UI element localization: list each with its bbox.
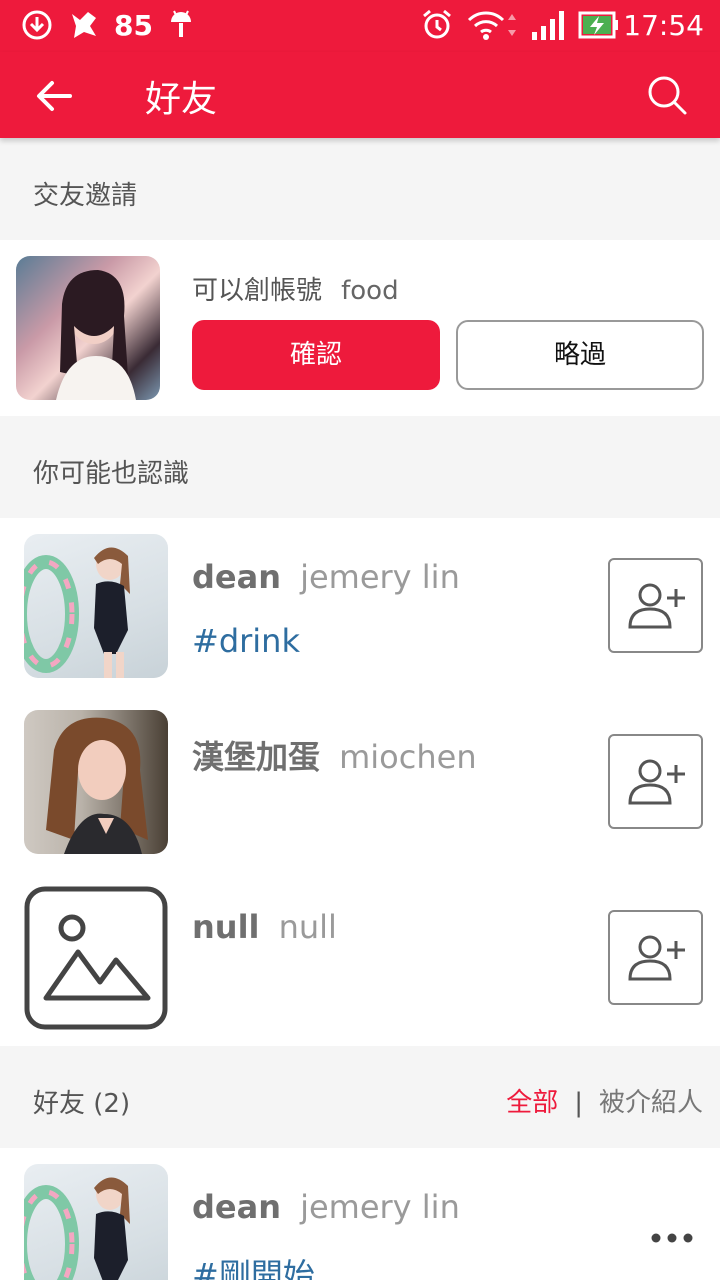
section-title: 你可能也認識 — [33, 459, 190, 489]
avatar-photo — [24, 547, 130, 678]
add-friend-button[interactable] — [608, 734, 703, 829]
friends-screen: 85 17:54 好友 交友邀請 可以創帳號 food 確認 略過 你可能也認識… — [0, 0, 720, 1280]
filter-referred[interactable]: 被介紹人 — [599, 1088, 703, 1118]
wifi-icon — [467, 11, 505, 40]
friend-request-item: 可以創帳號 food 確認 略過 — [0, 240, 720, 416]
person-add-icon — [628, 935, 685, 981]
clock: 17:54 — [623, 9, 704, 42]
friend-item: dean jemery lin #剛開始 — [0, 1148, 720, 1280]
add-friend-button[interactable] — [608, 558, 703, 653]
user-username: null — [278, 908, 337, 946]
suggestion-item: null null — [0, 870, 720, 1046]
suggestion-item: dean jemery lin #drink — [0, 518, 720, 694]
avatar[interactable] — [24, 710, 168, 854]
app-badge-icon — [72, 12, 96, 38]
status-bar: 85 17:54 — [0, 0, 720, 52]
avatar[interactable] — [24, 534, 168, 678]
friend-name-line: dean jemery lin — [192, 1188, 460, 1226]
avatar-photo — [24, 1177, 130, 1280]
add-friend-button[interactable] — [608, 910, 703, 1005]
app-bar: 好友 — [0, 52, 720, 138]
suggestion-name-line: 漢堡加蛋 miochen — [192, 732, 477, 778]
filter-separator: | — [574, 1088, 583, 1118]
avatar[interactable] — [16, 256, 160, 400]
alarm-icon — [423, 9, 451, 39]
section-title: 好友 (2) — [33, 1089, 131, 1119]
data-arrows-icon — [508, 14, 516, 36]
avatar[interactable] — [24, 886, 168, 1030]
battery-charging-icon — [578, 11, 618, 39]
section-title: 交友邀請 — [33, 181, 138, 211]
user-username: jemery lin — [300, 1188, 460, 1226]
suggestion-name-line: null null — [192, 908, 337, 946]
skip-button[interactable]: 略過 — [456, 320, 704, 390]
user-name: 漢堡加蛋 — [192, 738, 321, 776]
user-username: jemery lin — [300, 558, 460, 596]
user-tag[interactable]: #drink — [192, 622, 300, 660]
suggestions-header: 你可能也認識 — [0, 416, 720, 518]
search-icon[interactable] — [646, 74, 688, 116]
image-placeholder-icon — [24, 886, 168, 1030]
user-name: null — [192, 908, 260, 946]
person-add-icon — [628, 759, 685, 805]
suggestion-item: 漢堡加蛋 miochen — [0, 694, 720, 870]
avatar[interactable] — [24, 1164, 168, 1280]
request-username: food — [341, 276, 399, 306]
arrow-left-icon[interactable] — [30, 72, 78, 120]
confirm-button[interactable]: 確認 — [192, 320, 440, 390]
notification-count: 85 — [114, 9, 153, 42]
more-horizontal-icon[interactable] — [650, 1228, 694, 1248]
android-icon — [171, 10, 191, 37]
download-icon — [22, 10, 52, 40]
page-title: 好友 — [145, 79, 218, 120]
user-name: dean — [192, 1188, 281, 1226]
request-name-line: 可以創帳號 food — [192, 270, 399, 307]
avatar-photo — [46, 717, 148, 854]
suggestion-name-line: dean jemery lin — [192, 558, 460, 596]
signal-icon — [532, 11, 564, 40]
request-name: 可以創帳號 — [192, 276, 323, 306]
friend-requests-header: 交友邀請 — [0, 138, 720, 240]
friends-header: 好友 (2) 全部 | 被介紹人 — [0, 1046, 720, 1148]
user-username: miochen — [339, 738, 477, 776]
user-name: dean — [192, 558, 281, 596]
person-add-icon — [628, 583, 685, 629]
avatar-photo — [56, 270, 136, 400]
filter-all[interactable]: 全部 — [506, 1088, 558, 1118]
friends-filter: 全部 | 被介紹人 — [506, 1082, 703, 1119]
user-tag[interactable]: #剛開始 — [192, 1250, 315, 1280]
